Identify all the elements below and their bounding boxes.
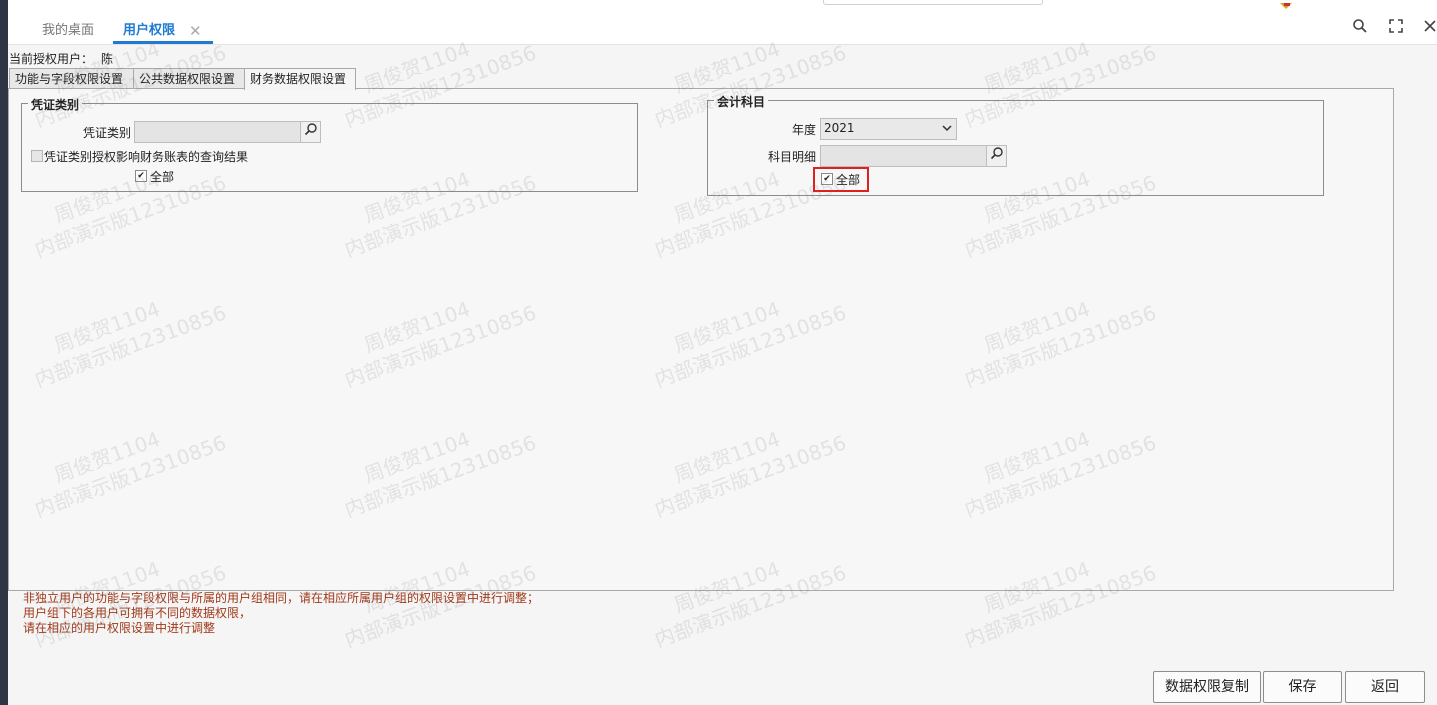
mascot-icon (1278, 0, 1296, 9)
tab-close-icon[interactable]: ✕ (189, 20, 202, 42)
tab-user-permissions-label: 用户权限 (123, 23, 176, 38)
voucher-group-legend: 凭证类别 (28, 96, 83, 113)
app-side-strip (0, 0, 8, 705)
search-icon[interactable] (1350, 18, 1370, 38)
global-search-box[interactable] (823, 0, 1043, 5)
note-line-1: 非独立用户的功能与字段权限与所属的用户组相同，请在相应所属用户组的权限设置中进行… (23, 591, 540, 605)
account-group-legend: 会计科目 (714, 93, 769, 110)
subject-detail-input[interactable] (820, 145, 988, 167)
voucher-type-input[interactable] (134, 121, 302, 143)
subtab-function-field[interactable]: 功能与字段权限设置 (9, 68, 137, 89)
voucher-type-lookup-icon[interactable] (300, 121, 321, 143)
tab-user-permissions[interactable]: 用户权限 ✕ (113, 20, 213, 44)
voucher-affect-checkbox[interactable] (31, 150, 43, 162)
note-line-2: 用户组下的各用户可拥有不同的数据权限， (23, 606, 252, 620)
voucher-all-label: 全部 (150, 170, 175, 184)
subject-detail-lookup-icon[interactable] (986, 145, 1007, 167)
note-line-3: 请在相应的用户权限设置中进行调整 (23, 621, 216, 635)
current-user-value: 陈 (101, 52, 114, 66)
tab-bar (8, 12, 1437, 45)
save-button[interactable]: 保存 (1263, 671, 1342, 703)
year-select[interactable]: 2021 (820, 118, 957, 140)
current-user-label: 当前授权用户： (9, 52, 94, 66)
year-value: 2021 (824, 121, 855, 135)
fullscreen-icon[interactable] (1386, 18, 1406, 38)
subtab-finance-data[interactable]: 财务数据权限设置 (244, 68, 356, 90)
tab-my-desktop[interactable]: 我的桌面 (42, 20, 94, 42)
voucher-all-checkbox[interactable]: ✔ (135, 170, 147, 182)
subject-all-label: 全部 (836, 173, 861, 187)
current-user-line: 当前授权用户： 陈 (9, 50, 121, 67)
subject-detail-label: 科目明细 (768, 150, 817, 164)
chevron-down-icon (942, 120, 952, 139)
subject-all-checkbox[interactable]: ✔ (821, 173, 833, 185)
year-label: 年度 (792, 123, 817, 137)
subtab-public-data[interactable]: 公共数据权限设置 (133, 68, 245, 89)
close-icon[interactable] (1420, 18, 1437, 38)
back-button[interactable]: 返回 (1345, 671, 1425, 703)
copy-data-permission-button[interactable]: 数据权限复制 (1153, 671, 1261, 703)
voucher-type-label: 凭证类别 (83, 126, 132, 140)
voucher-affect-label: 凭证类别授权影响财务账表的查询结果 (44, 150, 249, 164)
